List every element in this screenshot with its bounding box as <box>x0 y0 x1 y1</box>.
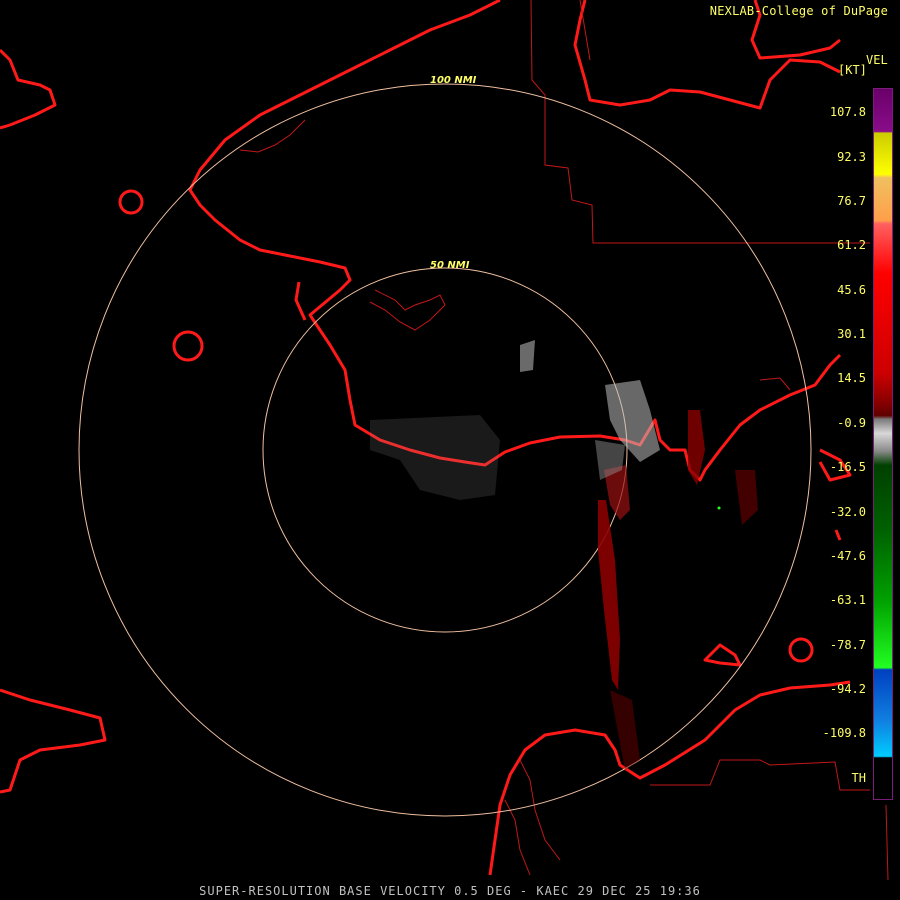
legend-label: TH <box>851 771 866 785</box>
legend-label: 61.2 <box>837 238 866 252</box>
legend-label: 45.6 <box>837 283 866 297</box>
coastal-detail <box>239 0 791 876</box>
ring-label-50: 50 NMI <box>430 260 470 271</box>
legend-label: -63.1 <box>829 593 866 607</box>
legend-unit: [KT] <box>838 63 867 77</box>
legend-label: 92.3 <box>837 150 866 164</box>
legend-label: -0.9 <box>837 416 866 430</box>
legend-label: -16.5 <box>829 460 866 474</box>
legend-label: 14.5 <box>837 371 866 385</box>
legend-label: 76.7 <box>837 194 866 208</box>
product-caption: SUPER-RESOLUTION BASE VELOCITY 0.5 DEG -… <box>199 884 701 898</box>
political-borders <box>530 0 889 881</box>
legend-title: VEL <box>866 53 888 67</box>
attribution: NEXLAB-College of DuPage <box>709 4 888 18</box>
legend-label: 107.8 <box>829 105 866 119</box>
legend-label: -109.8 <box>822 726 866 740</box>
radar-map[interactable]: 100 NMI 50 NMI <box>0 0 900 900</box>
radar-view: 100 NMI 50 NMI NEXLAB-College of DuPage … <box>0 0 900 900</box>
legend-label: 30.1 <box>837 327 866 341</box>
velocity-returns <box>370 340 758 770</box>
legend-label: -32.0 <box>829 505 866 519</box>
legend-label: -94.2 <box>829 682 866 696</box>
legend-label: -78.7 <box>829 638 866 652</box>
velocity-color-scale <box>873 88 893 800</box>
legend-label: -47.6 <box>829 549 866 563</box>
ring-label-100: 100 NMI <box>430 75 477 86</box>
